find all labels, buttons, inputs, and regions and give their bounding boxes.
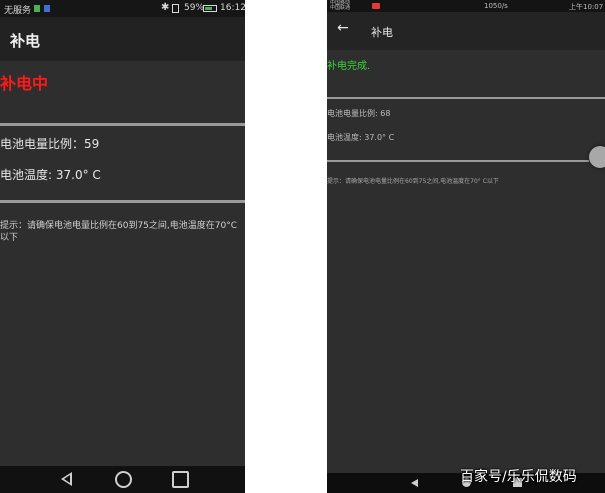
nav-back-icon[interactable] xyxy=(411,479,418,487)
divider xyxy=(0,200,245,203)
notification-icon xyxy=(372,3,380,9)
network-speed: 1050/s xyxy=(484,2,508,10)
tip-text: 提示：请确保电池电量比例在60到75之间,电池温度在70°C以下 xyxy=(0,221,238,243)
page-title: 补电 xyxy=(10,32,41,50)
status-bar: 中国移动 中国联通 1050/s 上午10:07 xyxy=(327,0,605,12)
tip-text: 提示：请确保电池电量比例在60到75之间,电池温度在70° C以下 xyxy=(327,178,499,185)
app-bar: 补电 xyxy=(0,17,245,61)
app-bar: ← 补电 xyxy=(327,12,605,50)
nav-recents-icon[interactable] xyxy=(172,471,189,488)
battery-temp-text: 电池温度: 37.0° C xyxy=(0,168,101,182)
notification-icon xyxy=(44,5,50,12)
back-arrow-icon[interactable]: ← xyxy=(337,20,349,36)
right-phone-screen: 中国移动 中国联通 1050/s 上午10:07 ← 补电 补电完成. 电池电量… xyxy=(327,0,605,493)
vibrate-icon xyxy=(172,4,179,13)
status-time: 16:12 xyxy=(220,3,245,13)
divider xyxy=(327,97,605,99)
nav-bar xyxy=(0,466,245,493)
carrier-label: 中国移动 中国联通 xyxy=(330,1,350,11)
battery-percent: 59% xyxy=(184,3,205,13)
battery-temp-text: 电池温度: 37.0° C xyxy=(327,133,395,142)
status-bar: 无服务 ✱ 59% 16:12 xyxy=(0,0,245,17)
status-time: 上午10:07 xyxy=(569,3,604,11)
nav-back-icon-inner xyxy=(64,475,70,483)
battery-level-text: 电池电量比例：59 xyxy=(0,137,100,151)
charge-status-text: 补电中 xyxy=(0,74,49,93)
notification-icon xyxy=(34,5,40,12)
watermark: 百家号/乐乐侃数码 xyxy=(460,469,577,485)
divider xyxy=(0,123,245,126)
carrier-line-2: 中国联通 xyxy=(330,5,351,11)
battery-level-text: 电池电量比例: 68 xyxy=(327,109,391,118)
charge-status-text: 补电完成. xyxy=(327,61,371,72)
battery-icon xyxy=(203,5,217,12)
nav-home-icon[interactable] xyxy=(115,471,132,488)
bluetooth-icon: ✱ xyxy=(161,2,170,13)
carrier-label: 无服务 xyxy=(4,6,32,16)
page-title: 补电 xyxy=(371,26,393,39)
left-phone-screen: 无服务 ✱ 59% 16:12 补电 补电中 电池电量比例：59 电池温度: 3… xyxy=(0,0,245,493)
divider xyxy=(327,160,589,162)
floating-button[interactable] xyxy=(589,146,605,168)
